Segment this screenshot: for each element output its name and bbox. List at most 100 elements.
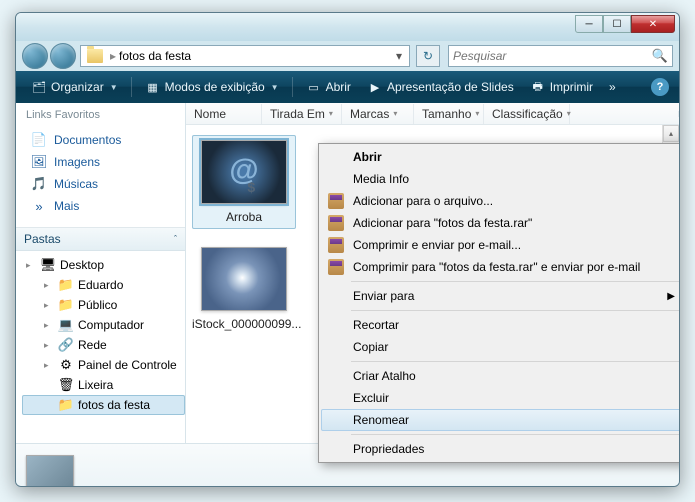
back-button[interactable] (22, 43, 48, 69)
column-label: Nome (194, 107, 226, 121)
breadcrumb-current[interactable]: fotos da festa (119, 49, 191, 63)
column-header[interactable]: Classificação▾ (484, 104, 570, 124)
context-menu-label: Recortar (353, 318, 399, 332)
favorite-link[interactable]: » Mais (26, 195, 177, 217)
tree-item[interactable]: ▸📁Eduardo (22, 275, 185, 295)
refresh-button[interactable]: ↻ (416, 45, 440, 67)
thumbnail-image (201, 140, 287, 204)
expand-icon[interactable]: ▸ (44, 320, 54, 331)
tree-node-icon: 🔗 (57, 337, 75, 353)
favorite-link[interactable]: 📄Documentos (26, 129, 177, 151)
address-bar[interactable]: ▸ fotos da festa ▾ (80, 45, 410, 67)
minimize-button[interactable]: ─ (575, 15, 603, 33)
tree-item[interactable]: ▸🔗Rede (22, 335, 185, 355)
tree-item[interactable]: ▸💻Computador (22, 315, 185, 335)
chevron-down-icon: ▼ (110, 83, 118, 92)
open-icon: ▭ (306, 80, 322, 94)
context-menu-item[interactable]: Abrir (321, 146, 680, 168)
organize-menu[interactable]: 🗂 Organizar ▼ (26, 77, 123, 97)
context-menu-item[interactable]: Enviar para ▶ (321, 285, 680, 307)
scroll-up-icon[interactable]: ▴ (663, 125, 679, 142)
context-menu-item[interactable]: Criar Atalho (321, 365, 680, 387)
column-dropdown-icon[interactable]: ▾ (329, 109, 333, 118)
context-menu-item[interactable]: Adicionar para o arquivo... (321, 190, 680, 212)
column-header[interactable]: Tirada Em ▾ (262, 104, 342, 124)
favorite-icon: 🖼 (30, 154, 48, 170)
expand-icon[interactable]: ▸ (44, 360, 54, 371)
favorite-label: Mais (54, 199, 79, 213)
context-menu-item[interactable]: Copiar (321, 336, 680, 358)
context-menu-label: Propriedades (353, 442, 424, 456)
search-input[interactable] (453, 49, 648, 63)
tree-node-icon: 🗑 (57, 377, 75, 393)
tree-node-label: Desktop (60, 258, 104, 272)
tree-item[interactable]: 🗑Lixeira (22, 375, 185, 395)
tree-node-icon: ⚙ (57, 357, 75, 373)
print-button[interactable]: 🖶 Imprimir (525, 77, 598, 97)
context-menu-label: Enviar para (353, 289, 414, 303)
toolbar-overflow[interactable]: » (604, 77, 621, 97)
column-header[interactable]: Tamanho▾ (414, 104, 484, 124)
expand-icon[interactable]: ▸ (26, 260, 36, 271)
tree-item[interactable]: ▸⚙Painel de Controle (22, 355, 185, 375)
context-menu-item[interactable]: Media Info (321, 168, 680, 190)
favorite-label: Músicas (54, 177, 98, 191)
tree-node-icon: 📁 (57, 397, 75, 413)
details-thumbnail (26, 455, 74, 488)
file-thumbnail[interactable]: iStock_000000099... (192, 247, 296, 331)
tree-item[interactable]: ▸🖥Desktop (22, 255, 185, 275)
maximize-button[interactable]: ☐ (603, 15, 631, 33)
column-label: Tirada Em (270, 107, 325, 121)
expand-icon[interactable]: ▸ (44, 280, 54, 291)
context-menu-item[interactable]: Recortar (321, 314, 680, 336)
print-icon: 🖶 (530, 80, 546, 94)
context-menu-item[interactable]: Comprimir e enviar por e-mail... (321, 234, 680, 256)
open-button[interactable]: ▭ Abrir (301, 77, 356, 97)
menu-separator (351, 281, 680, 282)
expand-icon[interactable]: ▸ (44, 300, 54, 311)
thumbnail-image (201, 247, 287, 311)
tree-node-label: Público (78, 298, 117, 312)
open-label: Abrir (326, 80, 351, 94)
navigation-pane: Links Favoritos 📄Documentos🖼Imagens🎵Músi… (16, 103, 186, 443)
favorite-icon: 📄 (30, 132, 48, 148)
favorite-link[interactable]: 🖼 Imagens (26, 151, 177, 173)
help-button[interactable]: ? (651, 78, 669, 96)
context-menu-label: Copiar (353, 340, 388, 354)
expand-icon[interactable]: ▸ (44, 340, 54, 351)
context-menu-label: Comprimir e enviar por e-mail... (353, 238, 521, 252)
submenu-arrow-icon: ▶ (667, 291, 675, 302)
favorite-link[interactable]: 🎵Músicas (26, 173, 177, 195)
address-history-dropdown[interactable]: ▾ (391, 49, 407, 63)
column-headers: NomeTirada Em▾Marcas▾Tamanho▾Classificaç… (186, 103, 679, 125)
rar-icon (327, 259, 345, 275)
file-thumbnail[interactable]: Arroba (192, 135, 296, 229)
forward-button[interactable] (50, 43, 76, 69)
context-menu-label: Comprimir para "fotos da festa.rar" e en… (353, 260, 640, 274)
favorite-icon: » (30, 198, 48, 214)
context-menu-item[interactable]: Excluir (321, 387, 680, 409)
column-dropdown-icon[interactable]: ▾ (475, 109, 479, 118)
views-menu[interactable]: ▦ Modos de exibição ▼ (140, 77, 284, 97)
context-menu-label: Abrir (353, 150, 382, 164)
context-menu-item[interactable]: Propriedades (321, 438, 680, 460)
search-box[interactable]: 🔍 (448, 45, 673, 67)
close-button[interactable]: ✕ (631, 15, 675, 33)
tree-node-icon: 📁 (57, 277, 75, 293)
column-dropdown-icon[interactable]: ▾ (393, 109, 397, 118)
tree-node-icon: 🖥 (39, 257, 57, 273)
column-header[interactable]: Marcas▾ (342, 104, 414, 124)
rar-icon (327, 193, 345, 209)
context-menu-item[interactable]: Renomear (321, 409, 680, 431)
breadcrumb-sep-icon: ▸ (110, 49, 116, 63)
folders-header[interactable]: Pastas ˆ (16, 228, 185, 251)
favorite-label: Imagens (54, 155, 100, 169)
tree-item[interactable]: ▸📁Público (22, 295, 185, 315)
column-header[interactable]: Nome (186, 104, 262, 124)
tree-item[interactable]: 📁fotos da festa (22, 395, 185, 415)
context-menu-item[interactable]: Comprimir para "fotos da festa.rar" e en… (321, 256, 680, 278)
folder-icon (87, 49, 103, 63)
context-menu-item[interactable]: Adicionar para "fotos da festa.rar" (321, 212, 680, 234)
slideshow-button[interactable]: ▶ Apresentação de Slides (362, 77, 519, 97)
menu-separator (351, 310, 680, 311)
